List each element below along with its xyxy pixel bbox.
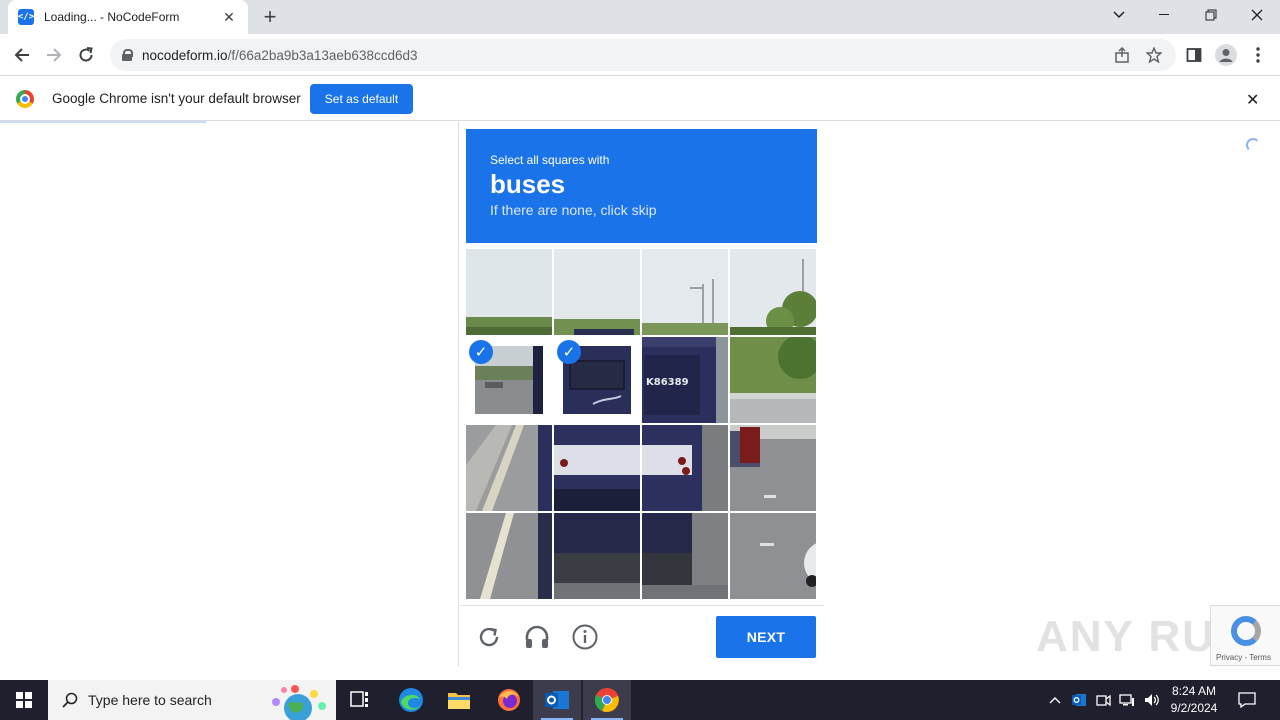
infobar-close-icon[interactable]: ✕: [1246, 90, 1259, 110]
captcha-tile[interactable]: [554, 425, 640, 511]
captcha-tile[interactable]: [466, 425, 552, 511]
minimize-icon[interactable]: [1142, 0, 1188, 30]
reload-icon[interactable]: [73, 42, 99, 68]
recaptcha-badge[interactable]: Privacy - Terms: [1210, 605, 1280, 666]
network-icon[interactable]: [1116, 680, 1138, 720]
captcha-tile[interactable]: [642, 249, 728, 335]
tab-search-chevron-icon[interactable]: [1096, 0, 1142, 30]
checkmark-icon: ✓: [469, 340, 493, 364]
captcha-footer-divider: [460, 605, 824, 606]
search-placeholder: Type here to search: [88, 692, 212, 708]
instruction-line: Select all squares with: [490, 153, 610, 167]
instruction-target: buses: [490, 169, 566, 199]
url-path: /f/66a2ba9b3a13aeb638ccd6d3: [227, 47, 418, 63]
audio-challenge-headphones-icon[interactable]: [523, 622, 551, 652]
captcha-tile-grid: ✓ ✓ K86389: [466, 249, 816, 599]
set-as-default-button[interactable]: Set as default: [310, 84, 413, 114]
firefox-icon[interactable]: [485, 680, 533, 720]
captcha-tile[interactable]: [730, 337, 816, 423]
clock-time: 8:24 AM: [1171, 684, 1217, 698]
back-arrow-icon[interactable]: [9, 42, 35, 68]
instruction-skip-hint: If there are none, click skip: [490, 202, 657, 218]
next-button[interactable]: NEXT: [716, 616, 816, 658]
taskbar-search-box[interactable]: Type here to search: [48, 680, 336, 720]
page-load-progress: [0, 121, 206, 123]
recaptcha-privacy-terms[interactable]: Privacy - Terms: [1216, 653, 1271, 662]
outlook-tray-icon[interactable]: [1068, 680, 1090, 720]
menu-kebab-icon[interactable]: [1245, 42, 1271, 68]
close-window-icon[interactable]: [1234, 0, 1280, 30]
loading-spinner-icon: [1246, 138, 1260, 152]
captcha-instructions: Select all squares with buses If there a…: [466, 129, 817, 243]
file-explorer-icon[interactable]: [435, 680, 483, 720]
lock-icon[interactable]: [122, 49, 133, 61]
captcha-tile[interactable]: [554, 513, 640, 599]
refresh-challenge-icon[interactable]: [475, 622, 503, 652]
windows-logo-icon: [16, 692, 32, 708]
side-panel-icon[interactable]: [1181, 42, 1207, 68]
start-button[interactable]: [0, 680, 48, 720]
captcha-tile[interactable]: [642, 513, 728, 599]
captcha-tile[interactable]: [730, 425, 816, 511]
captcha-tile[interactable]: [466, 249, 552, 335]
edge-browser-icon[interactable]: [387, 680, 435, 720]
captcha-tile[interactable]: K86389: [642, 337, 728, 423]
recaptcha-logo-icon: [1231, 616, 1261, 646]
captcha-tile[interactable]: [554, 249, 640, 335]
infobar-message: Google Chrome isn't your default browser: [52, 91, 301, 106]
help-info-icon[interactable]: [571, 622, 599, 652]
nocodeform-favicon-icon: </>: [18, 9, 34, 25]
captcha-tile[interactable]: [730, 249, 816, 335]
chrome-taskbar-icon[interactable]: [583, 680, 631, 720]
restore-icon[interactable]: [1188, 0, 1234, 30]
url-host: nocodeform.io: [142, 47, 228, 63]
address-bar[interactable]: nocodeform.io/f/66a2ba9b3a13aeb638ccd6d3: [110, 39, 1176, 71]
tab-strip: </> Loading... - NoCodeForm ✕ +: [0, 0, 1280, 34]
chrome-logo-icon: [16, 90, 34, 108]
system-clock[interactable]: 8:24 AM 9/2/2024: [1160, 683, 1228, 717]
browser-toolbar: nocodeform.io/f/66a2ba9b3a13aeb638ccd6d3: [0, 34, 1280, 76]
bookmark-star-icon[interactable]: [1141, 42, 1167, 68]
tab-close-icon[interactable]: ✕: [220, 9, 238, 26]
profile-avatar-icon[interactable]: [1213, 42, 1239, 68]
browser-tab[interactable]: </> Loading... - NoCodeForm ✕: [8, 0, 248, 34]
tab-title: Loading... - NoCodeForm: [44, 10, 180, 24]
forward-arrow-icon[interactable]: [41, 42, 67, 68]
meet-now-icon[interactable]: [1092, 680, 1114, 720]
new-tab-icon[interactable]: +: [258, 5, 282, 29]
captcha-tile[interactable]: [466, 513, 552, 599]
task-view-icon[interactable]: [336, 680, 384, 720]
volume-icon[interactable]: [1140, 680, 1162, 720]
captcha-tile[interactable]: [642, 425, 728, 511]
captcha-tile-selected[interactable]: ✓: [554, 337, 640, 423]
captcha-tile-selected[interactable]: ✓: [466, 337, 552, 423]
show-hidden-icons-chevron-icon[interactable]: [1044, 680, 1066, 720]
notifications-icon[interactable]: [1232, 680, 1262, 720]
clock-date: 9/2/2024: [1170, 701, 1218, 715]
outlook-icon[interactable]: [533, 680, 581, 720]
bus-id-number: K86389: [646, 377, 689, 388]
windows-taskbar: Type here to search 8:24 AM 9/2/2024: [0, 680, 1280, 720]
share-icon[interactable]: [1109, 42, 1135, 68]
checkmark-icon: ✓: [557, 340, 581, 364]
default-browser-infobar: Google Chrome isn't your default browser…: [0, 77, 1280, 121]
search-highlight-globe-icon: [272, 685, 326, 720]
search-icon: [62, 692, 78, 708]
captcha-tile[interactable]: [730, 513, 816, 599]
